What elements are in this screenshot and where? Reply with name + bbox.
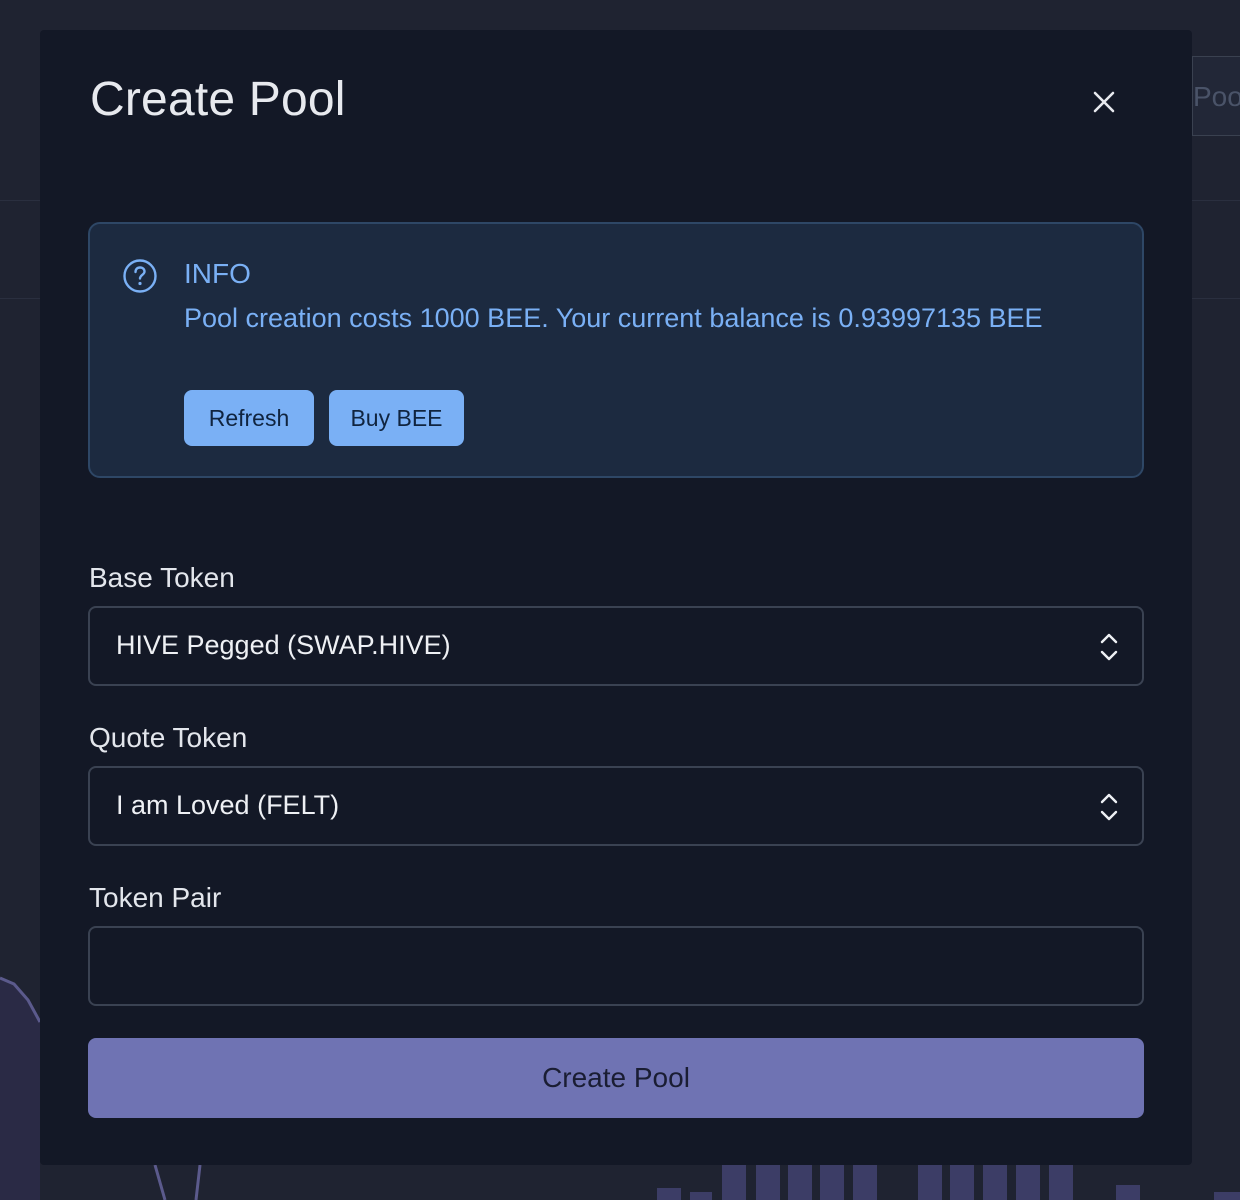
chevron-up-down-icon (1100, 793, 1118, 821)
close-icon (1093, 91, 1115, 113)
info-message: Pool creation costs 1000 BEE. Your curre… (184, 303, 1043, 333)
info-title: INFO (184, 258, 251, 289)
base-token-select[interactable]: HIVE Pegged (SWAP.HIVE) (88, 606, 1144, 686)
buy-bee-button[interactable]: Buy BEE (329, 390, 464, 446)
modal-title: Create Pool (90, 73, 346, 126)
base-token-value: HIVE Pegged (SWAP.HIVE) (116, 630, 451, 660)
create-pool-button[interactable]: Create Pool (88, 1038, 1144, 1118)
refresh-button[interactable]: Refresh (184, 390, 314, 446)
quote-token-select[interactable]: I am Loved (FELT) (88, 766, 1144, 846)
info-alert: INFO Pool creation costs 1000 BEE. Your … (88, 222, 1144, 478)
token-pair-input[interactable] (88, 926, 1144, 1006)
quote-token-value: I am Loved (FELT) (116, 790, 340, 820)
create-pool-modal: Create Pool INFO Pool creation costs 100… (40, 30, 1192, 1165)
token-pair-label: Token Pair (89, 882, 222, 913)
quote-token-label: Quote Token (89, 722, 248, 753)
question-circle-icon (123, 259, 157, 293)
close-button[interactable] (1086, 84, 1122, 120)
chevron-up-down-icon (1100, 633, 1118, 661)
base-token-label: Base Token (89, 562, 235, 593)
